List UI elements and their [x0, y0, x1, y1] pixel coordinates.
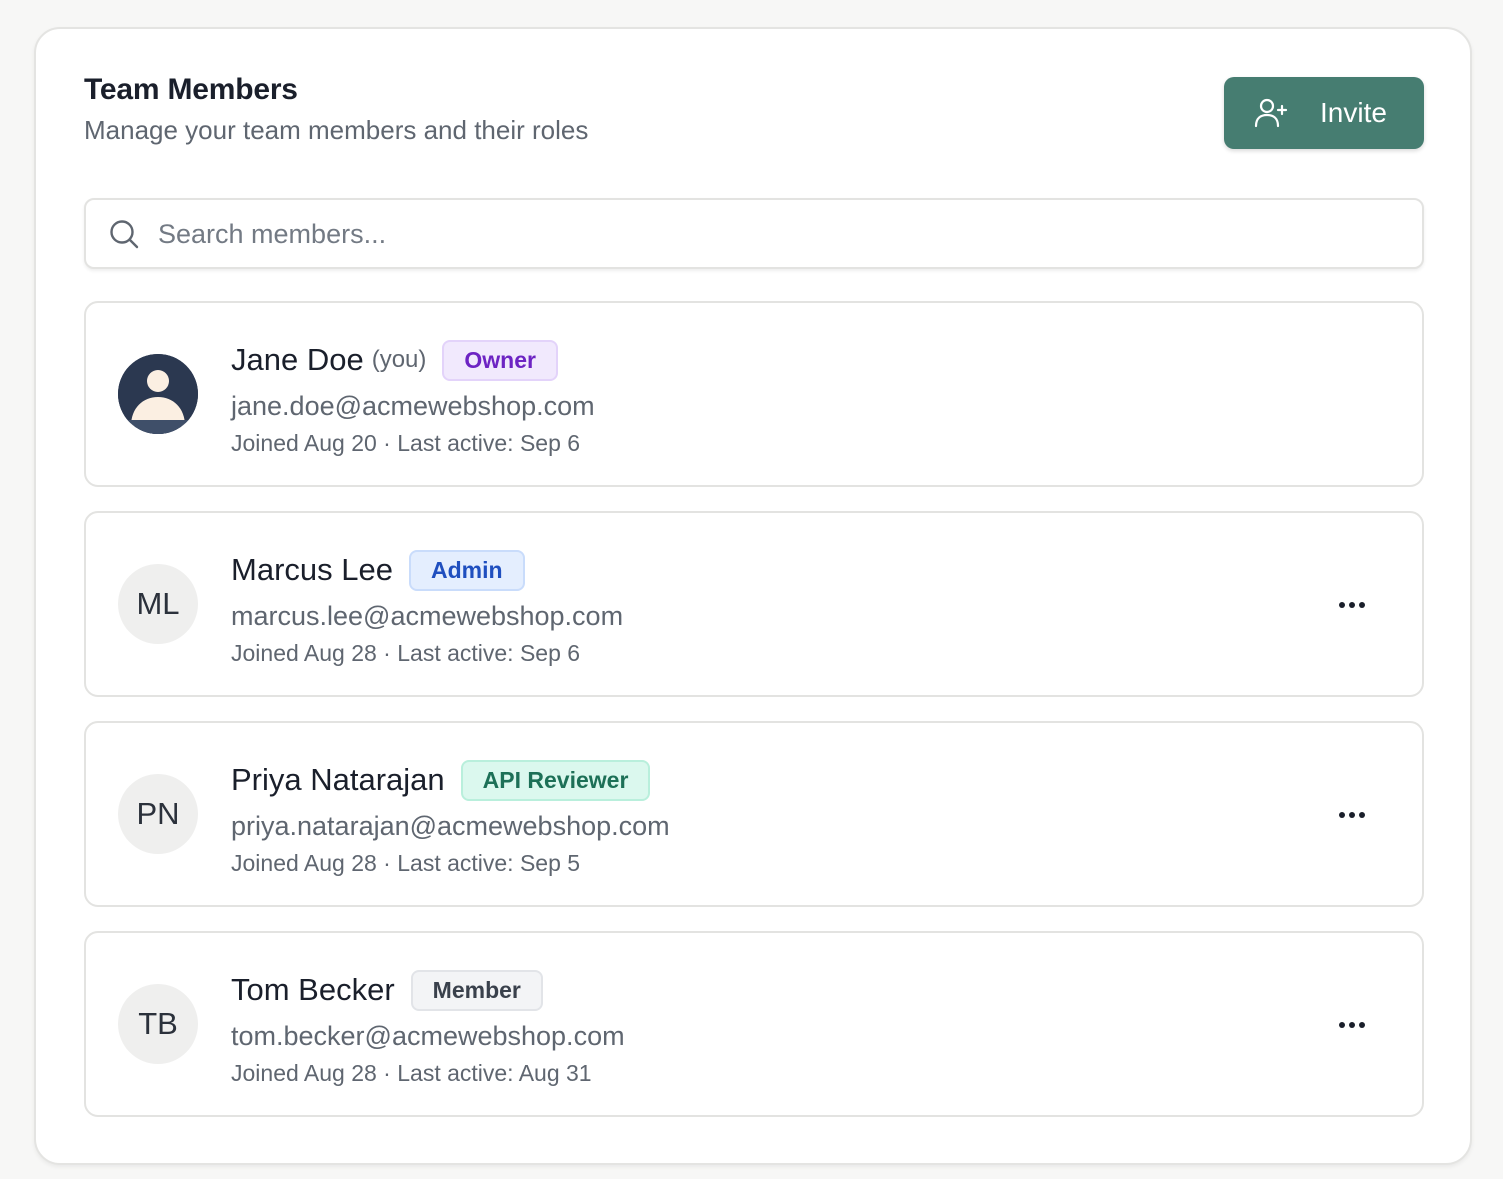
- member-name: Jane Doe: [231, 342, 364, 377]
- member-row-tom-becker: TB Tom Becker Member tom.becker@acmewebs…: [84, 931, 1424, 1117]
- member-info: Marcus Lee Admin marcus.lee@acmewebshop.…: [231, 547, 623, 667]
- member-activity: Joined Aug 28 · Last active: Sep 5: [231, 850, 581, 876]
- member-activity: Joined Aug 28 · Last active: Aug 31: [231, 1060, 592, 1086]
- member-info: Jane Doe (you) Owner jane.doe@acmewebsho…: [231, 337, 595, 457]
- more-options-button[interactable]: [1332, 805, 1372, 825]
- member-info: Priya Natarajan API Reviewer priya.natar…: [231, 757, 670, 877]
- role-badge: Member: [410, 969, 543, 1011]
- member-email: jane.doe@acmewebshop.com: [231, 391, 595, 421]
- member-row-marcus-lee: ML Marcus Lee Admin marcus.lee@acmewebsh…: [84, 511, 1424, 697]
- role-badge: Admin: [408, 549, 525, 591]
- user-photo-icon: [118, 354, 198, 434]
- you-label: (you): [371, 346, 427, 373]
- role-badge: Owner: [442, 339, 558, 381]
- search-icon: [110, 220, 139, 249]
- member-info: Tom Becker Member tom.becker@acmewebshop…: [231, 967, 625, 1087]
- page-title: Team Members: [84, 73, 298, 106]
- member-name: Priya Natarajan: [231, 762, 445, 797]
- more-options-button[interactable]: [1332, 1015, 1372, 1035]
- member-row-jane-doe: Jane Doe (you) Owner jane.doe@acmewebsho…: [84, 301, 1424, 487]
- search-input[interactable]: [158, 210, 1398, 258]
- invite-button-label: Invite: [1320, 97, 1387, 128]
- avatar: [118, 354, 198, 434]
- team-members-card: Team Members Manage your team members an…: [34, 27, 1472, 1165]
- search-bar[interactable]: [84, 198, 1424, 269]
- member-name: Marcus Lee: [231, 552, 393, 587]
- member-activity: Joined Aug 20 · Last active: Sep 6: [231, 430, 581, 456]
- more-options-button[interactable]: [1332, 595, 1372, 615]
- more-horizontal-icon: [1339, 1022, 1365, 1028]
- member-activity: Joined Aug 28 · Last active: Sep 6: [231, 640, 581, 666]
- page-subtitle: Manage your team members and their roles: [84, 115, 589, 145]
- avatar: PN: [118, 774, 198, 854]
- member-name: Tom Becker: [231, 972, 395, 1007]
- more-horizontal-icon: [1339, 812, 1365, 818]
- avatar: ML: [118, 564, 198, 644]
- role-badge: API Reviewer: [460, 759, 651, 801]
- member-email: tom.becker@acmewebshop.com: [231, 1021, 625, 1051]
- member-email: priya.natarajan@acmewebshop.com: [231, 811, 670, 841]
- invite-button[interactable]: Invite: [1224, 77, 1424, 149]
- card-header: Team Members Manage your team members an…: [84, 73, 588, 146]
- user-plus-icon: [1254, 98, 1288, 128]
- member-email: marcus.lee@acmewebshop.com: [231, 601, 624, 631]
- avatar: TB: [118, 984, 198, 1064]
- member-row-priya-natarajan: PN Priya Natarajan API Reviewer priya.na…: [84, 721, 1424, 907]
- more-horizontal-icon: [1339, 602, 1365, 608]
